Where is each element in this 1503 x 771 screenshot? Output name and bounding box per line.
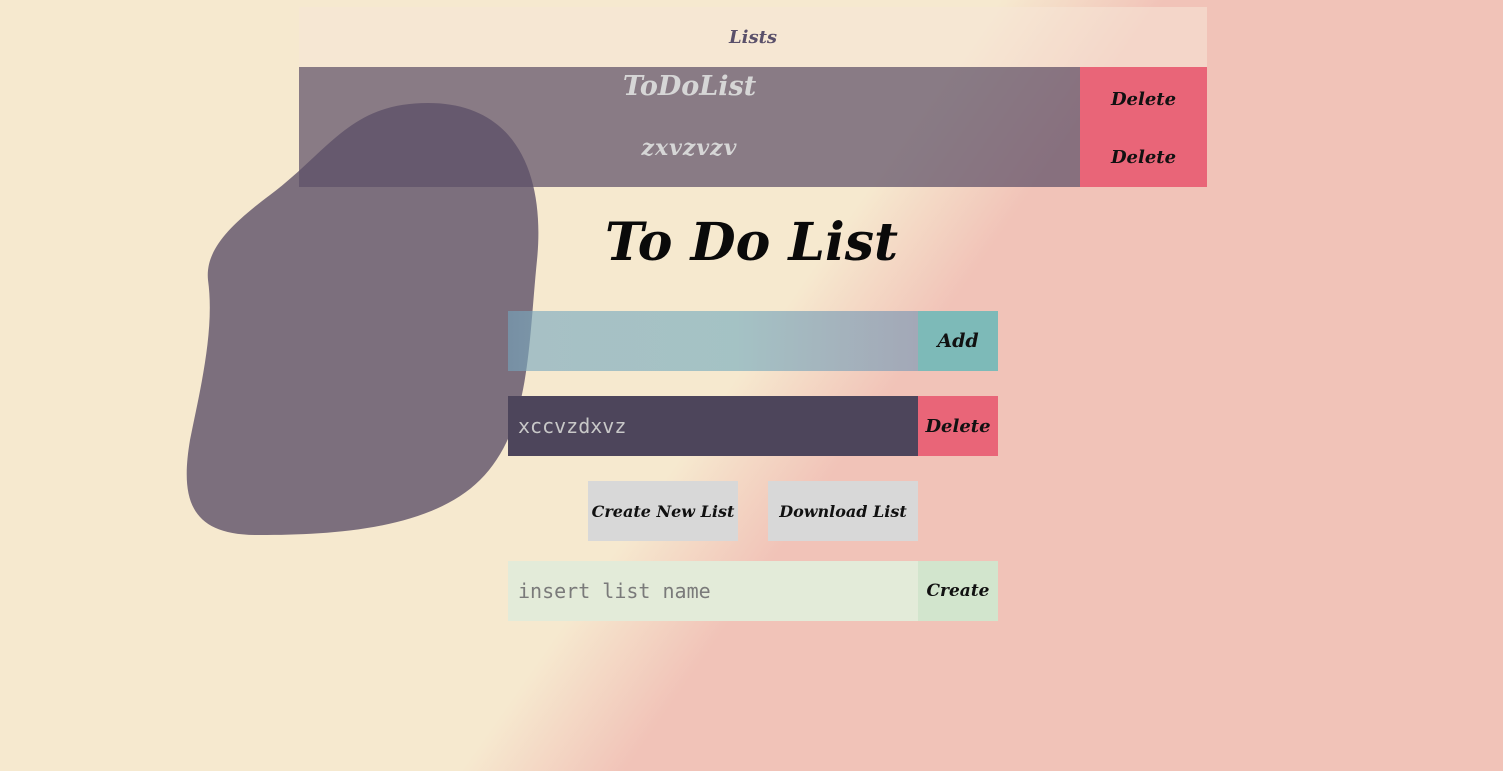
create-new-list-button[interactable]: Create New List — [588, 481, 738, 541]
add-button[interactable]: Add — [918, 311, 998, 371]
delete-list-button[interactable]: Delete — [1080, 127, 1207, 187]
todo-item-text: xccvzdxvz — [508, 396, 918, 456]
page-title: To Do List — [604, 212, 898, 273]
list-name-zxvzvzv[interactable]: zxvzvzv — [299, 127, 1080, 187]
lists-header: Lists — [299, 7, 1207, 67]
create-list-form: Create — [508, 561, 998, 621]
list-name-input[interactable] — [508, 561, 918, 621]
todo-list-item: xccvzdxvz Delete — [508, 396, 998, 456]
list-row: ToDoList Delete — [299, 67, 1207, 127]
list-name-todolist[interactable]: ToDoList — [299, 67, 1080, 127]
delete-todo-button[interactable]: Delete — [918, 396, 998, 456]
download-list-button[interactable]: Download List — [768, 481, 918, 541]
add-todo-form: Add — [508, 311, 998, 371]
list-row: zxvzvzv Delete — [299, 127, 1207, 187]
delete-list-button[interactable]: Delete — [1080, 67, 1207, 127]
create-button[interactable]: Create — [918, 561, 998, 621]
lists-panel: Lists ToDoList Delete zxvzvzv Delete — [299, 7, 1207, 187]
todo-input[interactable] — [508, 311, 918, 371]
